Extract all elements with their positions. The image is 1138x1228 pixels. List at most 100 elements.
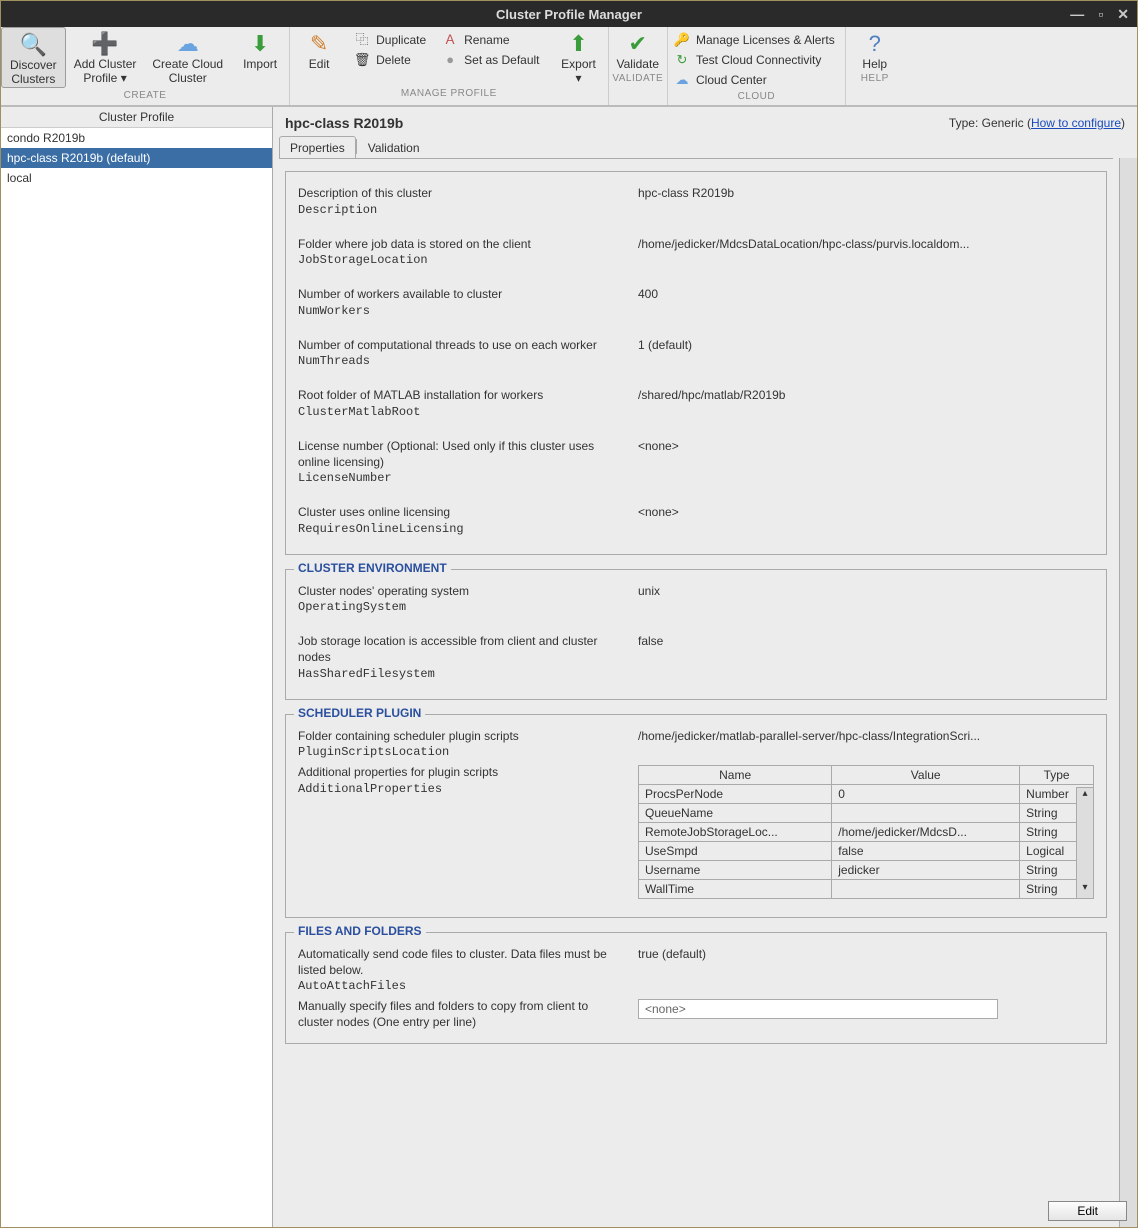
group-label: CREATE: [1, 88, 289, 104]
prop-value: false: [638, 634, 1094, 680]
prop-value: 400: [638, 287, 1094, 318]
cell-name: RemoteJobStorageLoc...: [639, 823, 832, 842]
edit-button[interactable]: ✎ Edit: [290, 27, 348, 86]
prop-code: ClusterMatlabRoot: [298, 405, 626, 419]
export-button[interactable]: ⬆ Export ▾: [550, 27, 608, 86]
prop-desc: Automatically send code files to cluster…: [298, 947, 626, 978]
cell-name: UseSmpd: [639, 842, 832, 861]
table-row[interactable]: UseSmpd false Logical: [639, 842, 1094, 861]
window-title: Cluster Profile Manager: [496, 7, 642, 22]
additional-properties-table: Name Value Type ProcsPerNode 0 Number Qu…: [638, 765, 1094, 899]
table-row[interactable]: Username jedicker String: [639, 861, 1094, 880]
tab-validation[interactable]: Validation: [357, 136, 431, 159]
main-panel: hpc-class R2019b Type: Generic (How to c…: [273, 107, 1137, 1227]
prop-desc: Cluster uses online licensing: [298, 505, 626, 521]
scroll-down-icon[interactable]: ▾: [1077, 882, 1093, 898]
delete-button[interactable]: 🗑Delete: [354, 51, 426, 69]
section-legend-plugin: SCHEDULER PLUGIN: [294, 706, 425, 720]
tab-properties[interactable]: Properties: [279, 136, 356, 159]
edit-profile-button[interactable]: Edit: [1048, 1201, 1127, 1221]
prop-desc: Cluster nodes' operating system: [298, 584, 626, 600]
prop-code: Description: [298, 203, 626, 217]
add-cluster-profile-button[interactable]: ➕ Add Cluster Profile ▾: [66, 27, 145, 88]
table-scrollbar[interactable]: ▴ ▾: [1076, 787, 1094, 899]
help-button[interactable]: ? Help: [846, 27, 904, 71]
prop-code: NumWorkers: [298, 304, 626, 318]
help-icon: ?: [869, 31, 881, 57]
cell-value: [832, 804, 1020, 823]
duplicate-button[interactable]: ⿻Duplicate: [354, 31, 426, 49]
test-connectivity-button[interactable]: ↻Test Cloud Connectivity: [674, 51, 835, 69]
group-label: MANAGE PROFILE: [290, 86, 607, 102]
rename-button[interactable]: ＡRename: [442, 31, 539, 49]
prop-desc: Job storage location is accessible from …: [298, 634, 626, 665]
profile-title: hpc-class R2019b: [285, 115, 403, 131]
cell-name: Username: [639, 861, 832, 880]
sidebar: Cluster Profile condo R2019b hpc-class R…: [1, 107, 273, 1227]
cloud-center-icon: ☁: [674, 71, 690, 89]
prop-value: <none>: [638, 505, 1094, 536]
prop-code: AdditionalProperties: [298, 782, 626, 796]
prop-desc: Folder containing scheduler plugin scrip…: [298, 729, 626, 745]
cell-value: jedicker: [832, 861, 1020, 880]
prop-desc: Manually specify files and folders to co…: [298, 999, 626, 1030]
magnifier-icon: 🔍: [20, 32, 47, 58]
titlebar: Cluster Profile Manager — ▫ ✕: [1, 1, 1137, 27]
prop-desc: Description of this cluster: [298, 186, 626, 202]
cell-name: ProcsPerNode: [639, 785, 832, 804]
manual-files-value: <none>: [638, 999, 998, 1019]
prop-value: /shared/hpc/matlab/R2019b: [638, 388, 1094, 419]
cloud-center-button[interactable]: ☁Cloud Center: [674, 71, 835, 89]
cell-name: QueueName: [639, 804, 832, 823]
table-row[interactable]: ProcsPerNode 0 Number: [639, 785, 1094, 804]
th-name: Name: [639, 766, 832, 785]
table-row[interactable]: RemoteJobStorageLoc... /home/jedicker/Md…: [639, 823, 1094, 842]
table-row[interactable]: QueueName String: [639, 804, 1094, 823]
prop-code: RequiresOnlineLicensing: [298, 522, 626, 536]
import-icon: ⬇: [251, 31, 269, 57]
cell-value: 0: [832, 785, 1020, 804]
sidebar-item-local[interactable]: local: [1, 168, 272, 188]
table-row[interactable]: WallTime String: [639, 880, 1094, 899]
cell-value: [832, 880, 1020, 899]
duplicate-icon: ⿻: [354, 31, 370, 49]
cell-name: WallTime: [639, 880, 832, 899]
sidebar-item-condo[interactable]: condo R2019b: [1, 128, 272, 148]
main-scrollbar[interactable]: [1119, 158, 1137, 1227]
trash-icon: 🗑: [354, 51, 370, 69]
scroll-up-icon[interactable]: ▴: [1077, 788, 1093, 804]
validate-button[interactable]: ✔ Validate: [609, 27, 667, 71]
th-value: Value: [832, 766, 1020, 785]
how-to-configure-link[interactable]: How to configure: [1031, 116, 1121, 130]
set-default-button[interactable]: ●Set as Default: [442, 51, 539, 69]
prop-desc: Number of workers available to cluster: [298, 287, 626, 303]
maximize-icon[interactable]: ▫: [1098, 6, 1103, 23]
minimize-icon[interactable]: —: [1070, 6, 1084, 23]
create-cloud-cluster-button[interactable]: ☁ Create Cloud Cluster: [144, 27, 231, 88]
pencil-icon: ✎: [310, 31, 328, 57]
close-icon[interactable]: ✕: [1117, 6, 1129, 23]
default-icon: ●: [442, 51, 458, 69]
import-button[interactable]: ⬇ Import: [231, 27, 289, 88]
prop-desc: Additional properties for plugin scripts: [298, 765, 626, 781]
cell-value: /home/jedicker/MdcsD...: [832, 823, 1020, 842]
prop-code: HasSharedFilesystem: [298, 667, 626, 681]
group-label: HELP: [846, 71, 904, 87]
section-legend-files: FILES AND FOLDERS: [294, 924, 426, 938]
check-icon: ✔: [629, 31, 647, 57]
prop-code: PluginScriptsLocation: [298, 745, 626, 759]
prop-value: unix: [638, 584, 1094, 615]
cell-value: false: [832, 842, 1020, 861]
sidebar-item-hpc-class[interactable]: hpc-class R2019b (default): [1, 148, 272, 168]
prop-desc: Folder where job data is stored on the c…: [298, 237, 626, 253]
discover-clusters-button[interactable]: 🔍 Discover Clusters: [1, 27, 66, 88]
section-legend-env: CLUSTER ENVIRONMENT: [294, 561, 451, 575]
prop-desc: Number of computational threads to use o…: [298, 338, 626, 354]
connectivity-icon: ↻: [674, 51, 690, 69]
properties-content: Description of this cluster Description …: [279, 158, 1113, 1227]
manage-licenses-button[interactable]: 🔑Manage Licenses & Alerts: [674, 31, 835, 49]
group-label: CLOUD: [668, 89, 845, 105]
prop-code: OperatingSystem: [298, 600, 626, 614]
export-icon: ⬆: [569, 31, 587, 57]
sidebar-header: Cluster Profile: [1, 107, 272, 128]
